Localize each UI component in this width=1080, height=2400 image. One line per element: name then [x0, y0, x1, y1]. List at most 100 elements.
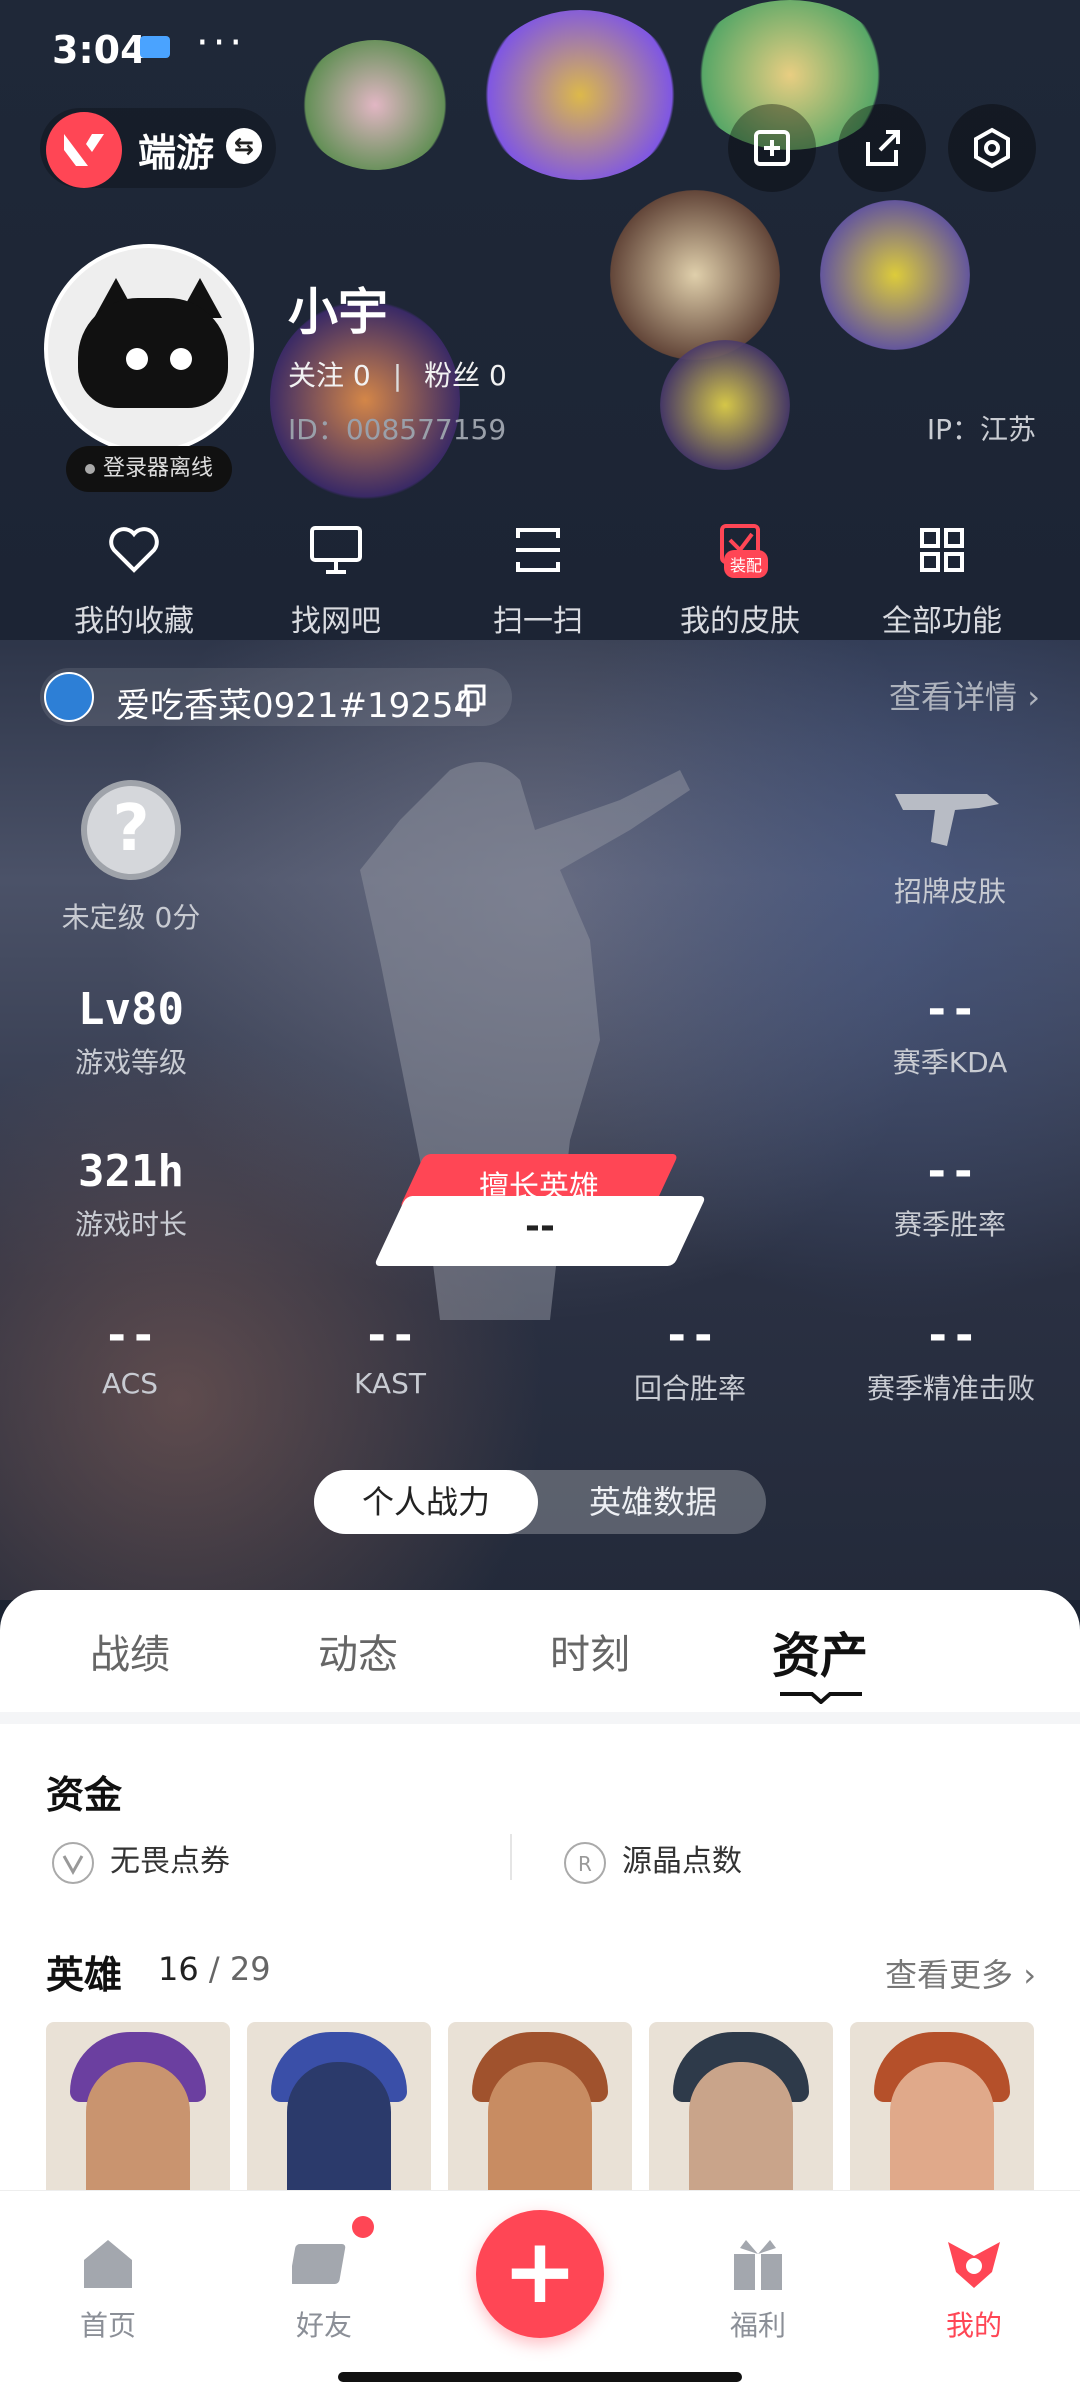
nav-benefits-label: 福利 [729, 2309, 786, 2342]
radianite-icon: R [564, 1841, 606, 1884]
view-details-link[interactable]: 查看详情 › [889, 672, 1040, 718]
agent-portrait [890, 2062, 994, 2206]
scan-icon [508, 520, 568, 580]
round-winrate-value: -- [663, 1310, 717, 1361]
acs-stat: -- ACS [60, 1310, 200, 1400]
player-avatar [44, 672, 94, 722]
nav-me-label: 我的 [945, 2309, 1002, 2342]
home-icon [76, 2232, 140, 2296]
tab-assets[interactable]: 资产 [772, 1616, 868, 1686]
playtime-stat: 321h 游戏时长 [46, 1146, 216, 1243]
playtime-label: 游戏时长 [74, 1208, 187, 1241]
swap-icon[interactable]: ⇆ [226, 128, 262, 164]
quick-action-favorites[interactable]: 我的收藏 [26, 520, 242, 640]
agent-portrait [287, 2062, 391, 2206]
best-hero-value: -- [525, 1206, 555, 1247]
fans-count[interactable]: 粉丝 0 [424, 359, 507, 392]
friends-notification-dot [352, 2216, 374, 2238]
share-button[interactable] [838, 104, 926, 192]
agent-card[interactable] [46, 2022, 230, 2206]
status-bar: 3:04 ··· [0, 0, 1080, 100]
tab-moments[interactable]: 时刻 [550, 1622, 630, 1680]
acs-value: -- [103, 1310, 157, 1361]
level-stat: Lv80 游戏等级 [46, 984, 216, 1081]
kda-value: -- [923, 984, 977, 1035]
add-card-icon [754, 130, 790, 166]
acs-label: ACS [102, 1367, 158, 1400]
rank-stat[interactable]: ? 未定级 0分 [46, 780, 216, 936]
heroes-count: 16 / 29 [158, 1950, 271, 1988]
svg-text:R: R [578, 1852, 592, 1876]
add-card-button[interactable] [728, 104, 816, 192]
quick-action-label: 我的皮肤 [680, 604, 800, 639]
nav-home[interactable]: 首页 [38, 2232, 178, 2344]
gift-icon [726, 2232, 790, 2296]
vp-icon [52, 1841, 94, 1884]
follow-count[interactable]: 关注 0 [288, 359, 371, 392]
agent-card[interactable] [448, 2022, 632, 2206]
agent-sticker-yellow [820, 200, 970, 350]
section-divider [0, 1712, 1080, 1724]
precise-kill-label: 赛季精准击败 [866, 1372, 1035, 1405]
user-id: ID：008577159 [288, 413, 507, 446]
settings-button[interactable] [948, 104, 1036, 192]
signature-skin-label: 招牌皮肤 [893, 875, 1006, 908]
ip-location: IP：江苏 [926, 413, 1036, 446]
nav-friends-label: 好友 [295, 2309, 352, 2342]
tab-posts[interactable]: 动态 [318, 1622, 398, 1680]
quick-action-scan[interactable]: 扫一扫 [430, 520, 646, 640]
round-winrate-label: 回合胜率 [633, 1372, 746, 1405]
signature-skin-stat[interactable]: 招牌皮肤 [860, 780, 1040, 910]
nav-benefits[interactable]: 福利 [688, 2232, 828, 2344]
home-indicator [338, 2372, 742, 2382]
heroes-owned: 16 [158, 1950, 199, 1988]
create-post-button[interactable]: + [476, 2210, 604, 2338]
heroes-title: 英雄 [46, 1953, 123, 1997]
grid-icon [912, 520, 972, 580]
quick-action-all-features[interactable]: 全部功能 [834, 520, 1050, 640]
unranked-icon: ? [81, 780, 181, 880]
quick-actions: 我的收藏 找网吧 扫一扫 装配 我的皮肤 全部功能 [0, 520, 1080, 639]
agent-card[interactable] [850, 2022, 1034, 2206]
rifle-icon [895, 794, 999, 846]
toggle-hero-data[interactable]: 英雄数据 [540, 1470, 766, 1534]
valorant-logo-icon [46, 112, 122, 188]
nickname: 小宇 [288, 283, 388, 341]
avatar[interactable] [44, 244, 254, 454]
more-notifications-icon: ··· [196, 20, 247, 66]
agent-card[interactable] [649, 2022, 833, 2206]
kast-stat: -- KAST [320, 1310, 460, 1400]
quick-action-label: 找网吧 [291, 604, 381, 639]
player-account[interactable]: 爱吃香菜0921#19254 [40, 668, 512, 726]
vp-currency[interactable]: 无畏点券 [52, 1836, 230, 1884]
copy-icon[interactable] [456, 682, 488, 718]
funds-title: 资金 [46, 1773, 123, 1817]
skin-icon: 装配 [710, 520, 770, 580]
quick-action-find-cafe[interactable]: 找网吧 [228, 520, 444, 640]
round-winrate-stat: -- 回合胜率 [600, 1310, 780, 1407]
rank-label: 未定级 0分 [61, 901, 201, 934]
login-status-badge: 登录器离线 [66, 446, 232, 492]
gear-icon [974, 127, 1010, 169]
radianite-currency[interactable]: R 源晶点数 [564, 1836, 742, 1884]
equip-tag: 装配 [724, 550, 769, 578]
agent-portrait [689, 2062, 793, 2206]
stats-toggle: 个人战力 英雄数据 [314, 1470, 766, 1534]
view-more-link[interactable]: 查看更多 › [885, 1950, 1036, 1996]
agent-portrait [488, 2062, 592, 2206]
nav-me[interactable]: 我的 [904, 2232, 1044, 2344]
monitor-icon [306, 520, 366, 580]
nav-friends[interactable]: 好友 [254, 2232, 394, 2344]
app-name: 端游 [138, 131, 215, 175]
radianite-label: 源晶点数 [622, 1844, 742, 1879]
heroes-total: / 29 [208, 1950, 271, 1988]
tab-records[interactable]: 战绩 [90, 1622, 170, 1680]
level-value: Lv80 [78, 984, 184, 1035]
follow-stats: 关注 0 | 粉丝 0 [288, 359, 507, 392]
agent-card[interactable] [247, 2022, 431, 2206]
kast-value: -- [363, 1310, 417, 1361]
toggle-personal-power[interactable]: 个人战力 [314, 1470, 538, 1534]
funds-separator [510, 1834, 512, 1880]
quick-action-my-skins[interactable]: 装配 我的皮肤 [632, 520, 848, 640]
level-label: 游戏等级 [74, 1046, 187, 1079]
